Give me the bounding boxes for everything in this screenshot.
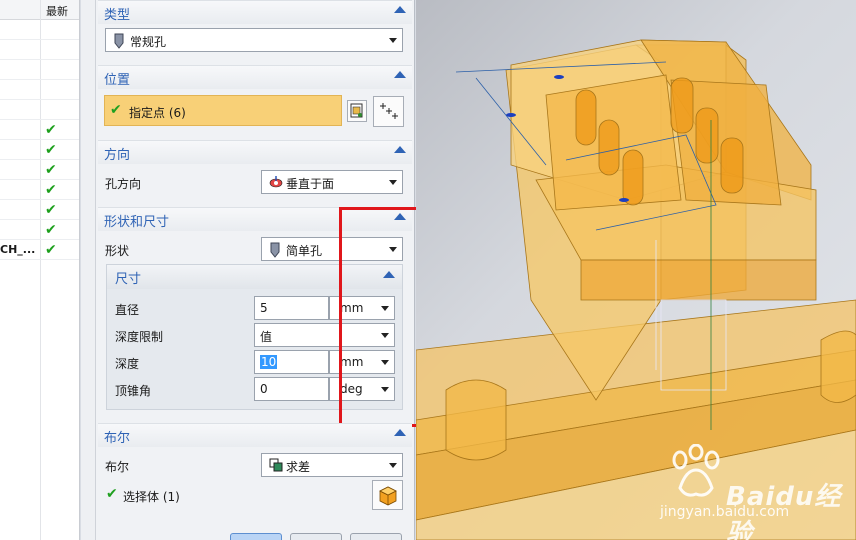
depth-limit-label: 深度限制 [115,330,164,344]
check-icon: ✔ [45,202,57,218]
diameter-value: 5 [260,301,268,315]
hole-tool-icon [113,33,125,52]
depth-limit-value: 值 [260,330,273,344]
apply-button[interactable] [290,533,342,540]
hole-direction-select[interactable]: 垂直于面 [261,170,403,194]
navigator-row[interactable]: ✔ [0,220,79,240]
hole-tool-icon [269,242,281,261]
collapse-icon[interactable] [394,6,406,13]
check-icon: ✔ [45,122,57,138]
check-icon: ✔ [45,222,57,238]
collapse-icon[interactable] [394,71,406,78]
depth-input[interactable]: 10 [254,350,329,374]
navigator-row-label: CH_... [0,243,36,256]
point-plus-icon [380,103,398,119]
boolean-value: 求差 [286,460,311,474]
watermark-url: jingyan.baidu.com [660,504,790,520]
sketch-icon [350,103,363,118]
check-icon: ✔ [45,182,57,198]
point-dialog-button[interactable] [373,96,404,127]
specify-point-label: 指定点 (6) [129,106,186,120]
navigator-row[interactable]: ✔ [0,120,79,140]
section-direction-title: 方向 [104,148,131,163]
section-dimensions-title: 尺寸 [115,272,142,287]
diameter-input[interactable]: 5 [254,296,329,320]
boolean-select[interactable]: 求差 [261,453,403,477]
collapse-icon[interactable] [394,429,406,436]
check-icon: ✔ [106,486,118,502]
navigator-row[interactable]: ✔ [0,180,79,200]
column-header-latest[interactable]: 最新 [46,3,68,19]
navigator-row[interactable]: ✔ [0,140,79,160]
depth-label: 深度 [115,357,140,371]
tip-angle-value: 0 [260,382,268,396]
navigator-row[interactable] [0,80,79,100]
ok-button[interactable] [230,533,282,540]
resource-bar-gutter [81,0,95,540]
red-highlight-box [339,207,426,427]
part-navigator: 最新 ✔ ✔ ✔ ✔ ✔ ✔ CH_... ✔ [0,0,80,540]
navigator-row[interactable] [0,100,79,120]
hole-type-value: 常规孔 [130,35,167,49]
tip-angle-input[interactable]: 0 [254,377,329,401]
navigator-row[interactable]: ✔ [0,200,79,220]
subtract-icon [269,458,283,475]
sketch-section-button[interactable] [347,100,367,122]
section-position-title: 位置 [104,73,131,88]
shape-label: 形状 [105,244,130,258]
section-shape-title: 形状和尺寸 [104,215,170,230]
solid-body-icon [379,486,397,506]
hole-direction-value: 垂直于面 [286,177,335,191]
check-icon: ✔ [45,242,57,258]
chevron-down-icon [389,463,397,468]
normal-direction-icon [269,175,283,192]
chevron-down-icon [389,180,397,185]
section-type-title: 类型 [104,8,131,23]
check-icon: ✔ [45,162,57,178]
baidu-watermark: Baidu经验 jingyan.baidu.com [656,440,856,540]
select-body-label[interactable]: 选择体 (1) [123,488,180,505]
specify-point-row[interactable]: ✔ 指定点 (6) [104,95,342,126]
section-type-header[interactable]: 类型 [98,0,412,24]
select-body-button[interactable] [372,480,403,510]
paw-logo [672,444,720,497]
hole-direction-label: 孔方向 [105,177,142,191]
tip-angle-label: 顶锥角 [115,384,152,398]
depth-value: 10 [260,355,278,369]
navigator-row[interactable] [0,60,79,80]
navigator-row[interactable] [0,20,79,40]
section-boolean-header[interactable]: 布尔 [98,423,412,447]
check-icon: ✔ [45,142,57,158]
section-position-header[interactable]: 位置 [98,65,412,89]
cancel-button[interactable] [350,533,402,540]
check-icon: ✔ [110,102,122,118]
hole-dialog: 类型 常规孔 位置 ✔ 指定点 (6) 方向 孔方向 垂直于面 形状和尺寸 形状… [95,0,426,540]
navigator-row[interactable]: ✔ [0,160,79,180]
chevron-down-icon [389,38,397,43]
collapse-icon[interactable] [394,146,406,153]
navigator-row[interactable]: CH_... ✔ [0,240,79,260]
diameter-label: 直径 [115,303,140,317]
navigator-row[interactable] [0,40,79,60]
section-boolean-title: 布尔 [104,431,131,446]
shape-value: 简单孔 [286,244,323,258]
section-direction-header[interactable]: 方向 [98,140,412,164]
boolean-label: 布尔 [105,460,130,474]
hole-type-select[interactable]: 常规孔 [105,28,403,52]
